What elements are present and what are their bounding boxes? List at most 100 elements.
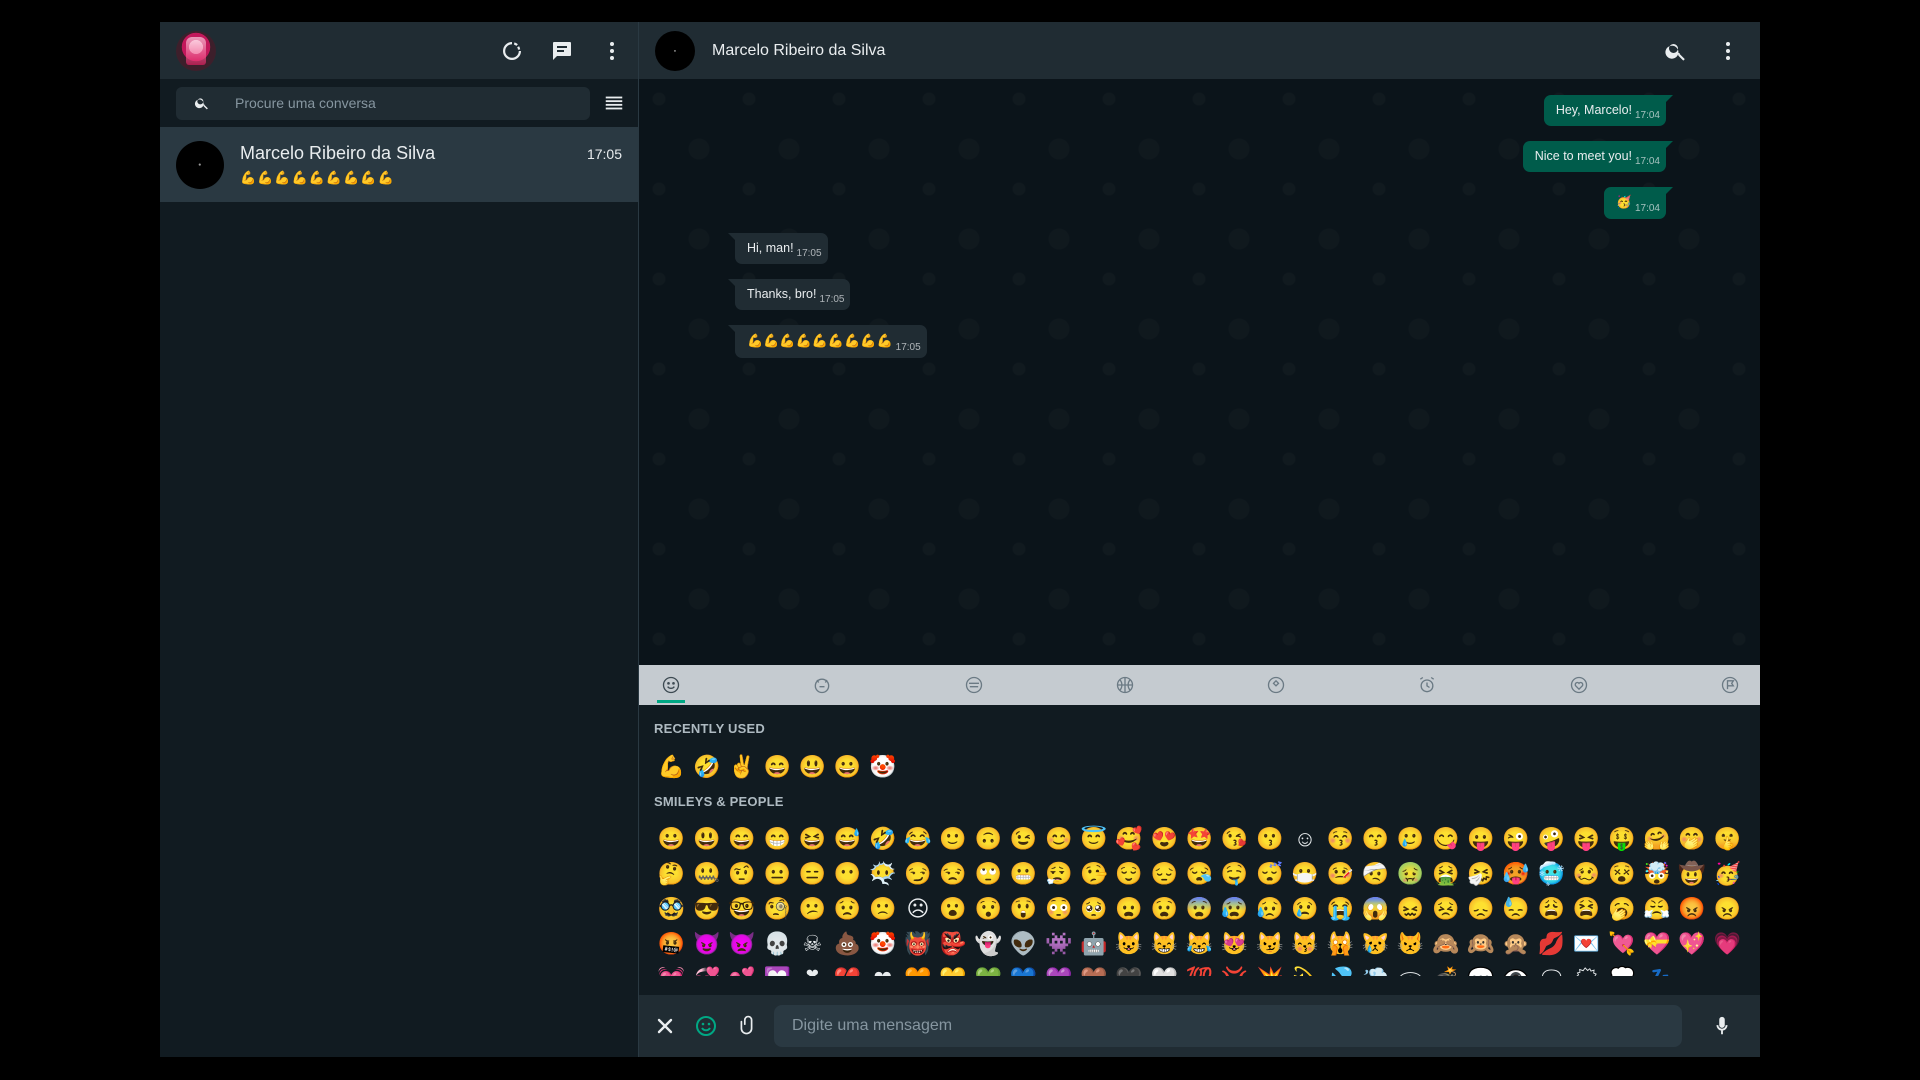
emoji-button[interactable]: 😼 (1252, 926, 1287, 961)
emoji-button[interactable]: 💦 (1323, 961, 1358, 976)
emoji-button[interactable]: 😌 (1111, 856, 1146, 891)
emoji-button[interactable]: 🤖 (1076, 926, 1111, 961)
emoji-button[interactable]: 😭 (1323, 891, 1358, 926)
emoji-button[interactable]: 💋 (1534, 926, 1569, 961)
emoji-button[interactable]: 🥵 (1499, 856, 1534, 891)
emoji-button[interactable]: 🤮 (1428, 856, 1463, 891)
emoji-button[interactable]: 😥 (1252, 891, 1287, 926)
emoji-button[interactable]: 🥳 (1710, 856, 1745, 891)
emoji-button[interactable]: 💓 (654, 961, 689, 976)
emoji-button[interactable]: 🤒 (1323, 856, 1358, 891)
emoji-button[interactable]: 💌 (1569, 926, 1604, 961)
emoji-button[interactable]: 😱 (1358, 891, 1393, 926)
symbols-tab-icon[interactable] (1565, 665, 1593, 705)
emoji-button[interactable]: 🕳 (1393, 961, 1428, 976)
emoji-button[interactable]: 💛 (936, 961, 971, 976)
emoji-button[interactable]: 😎 (689, 891, 724, 926)
emoji-button[interactable]: 😢 (1287, 891, 1322, 926)
emoji-button[interactable]: 😄 (724, 821, 759, 856)
emoji-button[interactable]: 😀 (830, 749, 865, 784)
emoji-button[interactable]: 😿 (1358, 926, 1393, 961)
message-bubble[interactable]: 🥳 17:04 (1604, 187, 1673, 219)
food-tab-icon[interactable] (960, 665, 988, 705)
emoji-button[interactable]: ☺ (1287, 821, 1322, 856)
emoji-button[interactable]: 💥 (1252, 961, 1287, 976)
emoji-button[interactable]: 👺 (936, 926, 971, 961)
emoji-button[interactable]: 🙊 (1499, 926, 1534, 961)
emoji-button[interactable]: 🤤 (1217, 856, 1252, 891)
emoji-button[interactable]: 🤯 (1639, 856, 1674, 891)
emoji-button[interactable]: 😏 (900, 856, 935, 891)
emoji-button[interactable]: 😶 (830, 856, 865, 891)
emoji-button[interactable]: 😰 (1217, 891, 1252, 926)
emoji-button[interactable]: 😇 (1076, 821, 1111, 856)
emoji-icon[interactable] (692, 1012, 720, 1040)
emoji-button[interactable]: 💀 (760, 926, 795, 961)
emoji-button[interactable]: 🤢 (1393, 856, 1428, 891)
emoji-button[interactable]: 🙈 (1428, 926, 1463, 961)
search-box[interactable] (176, 86, 590, 120)
emoji-button[interactable]: 😂 (900, 821, 935, 856)
emoji-button[interactable]: 😊 (1041, 821, 1076, 856)
emoji-button[interactable]: 😠 (1710, 891, 1745, 926)
emoji-button[interactable]: 💨 (1358, 961, 1393, 976)
emoji-button[interactable]: ✌ (724, 749, 759, 784)
emoji-button[interactable]: 💗 (1710, 926, 1745, 961)
attach-icon[interactable] (733, 1012, 761, 1040)
emoji-button[interactable]: 😪 (1182, 856, 1217, 891)
emoji-button[interactable]: 😷 (1287, 856, 1322, 891)
emoji-button[interactable]: 🤣 (689, 749, 724, 784)
emoji-button[interactable]: 🥲 (1393, 821, 1428, 856)
profile-avatar[interactable] (176, 30, 216, 71)
emoji-button[interactable]: 💜 (1041, 961, 1076, 976)
emoji-button[interactable]: 😟 (830, 891, 865, 926)
emoji-button[interactable]: 😁 (760, 821, 795, 856)
emoji-button[interactable]: 🧐 (760, 891, 795, 926)
emoji-button[interactable]: 😯 (971, 891, 1006, 926)
emoji-button[interactable]: 💩 (830, 926, 865, 961)
contact-name[interactable]: Marcelo Ribeiro da Silva (712, 42, 1638, 60)
message-bubble[interactable]: 💪💪💪💪💪💪💪💪💪 17:05 (728, 325, 927, 358)
emoji-button[interactable]: 😀 (654, 821, 689, 856)
emoji-button[interactable]: 😖 (1393, 891, 1428, 926)
emoji-button[interactable]: 👻 (971, 926, 1006, 961)
emoji-button[interactable]: 🤧 (1463, 856, 1498, 891)
emoji-button[interactable]: 🥸 (654, 891, 689, 926)
emoji-button[interactable]: 😨 (1182, 891, 1217, 926)
emoji-button[interactable]: 👁‍🗨 (1499, 961, 1534, 976)
emoji-button[interactable]: 💤 (1639, 961, 1674, 976)
emoji-button[interactable]: ❣ (795, 961, 830, 976)
status-icon[interactable] (500, 39, 524, 63)
emoji-button[interactable]: 😴 (1252, 856, 1287, 891)
emoji-button[interactable]: 🤔 (654, 856, 689, 891)
emoji-button[interactable]: 🤩 (1182, 821, 1217, 856)
close-icon[interactable] (651, 1012, 679, 1040)
emoji-button[interactable]: 😶‍🌫️ (865, 856, 900, 891)
emoji-button[interactable]: 👿 (724, 926, 759, 961)
emoji-button[interactable]: 🤓 (724, 891, 759, 926)
emoji-button[interactable]: 😋 (1428, 821, 1463, 856)
emoji-button[interactable]: 👹 (900, 926, 935, 961)
emoji-button[interactable]: 💣 (1428, 961, 1463, 976)
emoji-button[interactable]: 😜 (1499, 821, 1534, 856)
emoji-button[interactable]: 👽 (1006, 926, 1041, 961)
emoji-button[interactable]: 😡 (1674, 891, 1709, 926)
emoji-button[interactable]: 💝 (1639, 926, 1674, 961)
emoji-button[interactable]: 💞 (689, 961, 724, 976)
animals-tab-icon[interactable] (808, 665, 836, 705)
emoji-button[interactable]: 😧 (1147, 891, 1182, 926)
emoji-button[interactable]: 😃 (689, 821, 724, 856)
emoji-button[interactable]: 😮‍💨 (1041, 856, 1076, 891)
menu-icon[interactable] (600, 39, 624, 63)
emoji-button[interactable]: 😹 (1182, 926, 1217, 961)
emoji-button[interactable]: 💯 (1182, 961, 1217, 976)
emoji-button[interactable]: 😓 (1499, 891, 1534, 926)
flags-tab-icon[interactable] (1716, 665, 1744, 705)
message-input[interactable] (774, 1005, 1682, 1047)
emoji-button[interactable]: 😣 (1428, 891, 1463, 926)
emoji-button[interactable]: ❤ (865, 961, 900, 976)
emoji-button[interactable]: 😗 (1252, 821, 1287, 856)
emoji-button[interactable]: 😍 (1147, 821, 1182, 856)
emoji-button[interactable]: 🙉 (1463, 926, 1498, 961)
emoji-button[interactable]: 😽 (1287, 926, 1322, 961)
